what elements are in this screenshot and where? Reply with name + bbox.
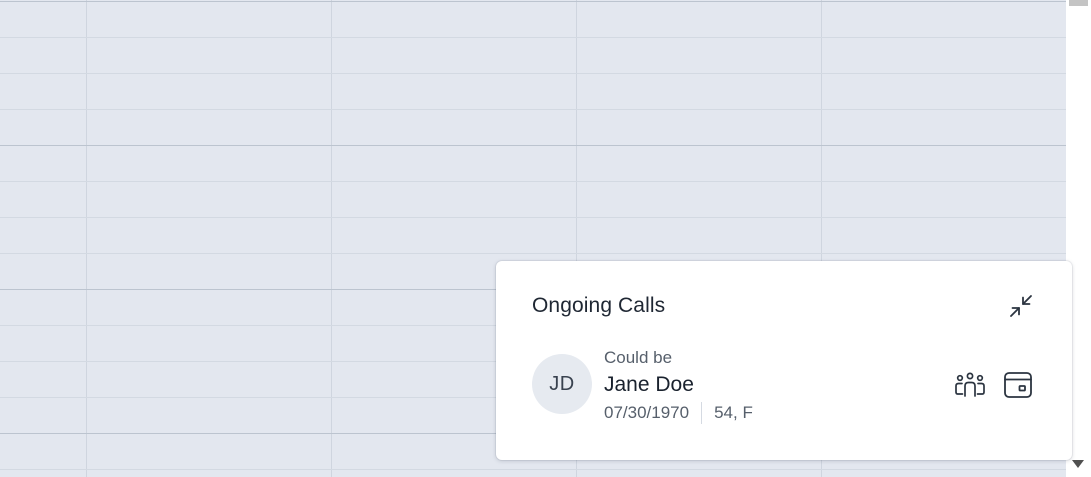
app-viewport: Ongoing Calls JD Could be Jane Doe 07/30… xyxy=(0,0,1091,477)
grid-row-divider xyxy=(0,217,1066,218)
scroll-down-arrow-icon[interactable] xyxy=(1072,460,1084,468)
meta-divider xyxy=(701,402,703,424)
grid-row-divider xyxy=(0,73,1066,74)
scrollbar-thumb[interactable] xyxy=(1069,0,1088,6)
grid-row-divider xyxy=(0,253,1066,254)
grid-row-divider xyxy=(0,109,1066,110)
grid-row-divider xyxy=(0,37,1066,38)
caller-date-of-birth: 07/30/1970 xyxy=(604,403,690,422)
grid-row-divider xyxy=(0,145,1066,146)
caller-match-hint: Could be xyxy=(604,348,673,367)
window-icon xyxy=(1004,372,1032,398)
grid-row-divider xyxy=(0,469,1066,470)
ongoing-calls-panel: Ongoing Calls JD Could be Jane Doe 07/30… xyxy=(496,261,1072,460)
grid-column-divider xyxy=(86,0,87,477)
people-group-icon xyxy=(955,372,985,397)
ongoing-calls-title: Ongoing Calls xyxy=(532,294,666,317)
collapse-icon xyxy=(1010,295,1032,317)
open-patient-window-button[interactable] xyxy=(1000,367,1036,403)
minimize-panel-button[interactable] xyxy=(1004,289,1038,323)
grid-row-divider xyxy=(0,1,1066,2)
household-members-button[interactable] xyxy=(952,367,988,403)
grid-row-divider xyxy=(0,181,1066,182)
caller-age-sex: 54, F xyxy=(714,403,753,422)
caller-name[interactable]: Jane Doe xyxy=(604,373,694,397)
grid-column-divider xyxy=(331,0,332,477)
caller-avatar: JD xyxy=(532,354,592,414)
caller-details: 07/30/1970 54, F xyxy=(604,401,753,425)
